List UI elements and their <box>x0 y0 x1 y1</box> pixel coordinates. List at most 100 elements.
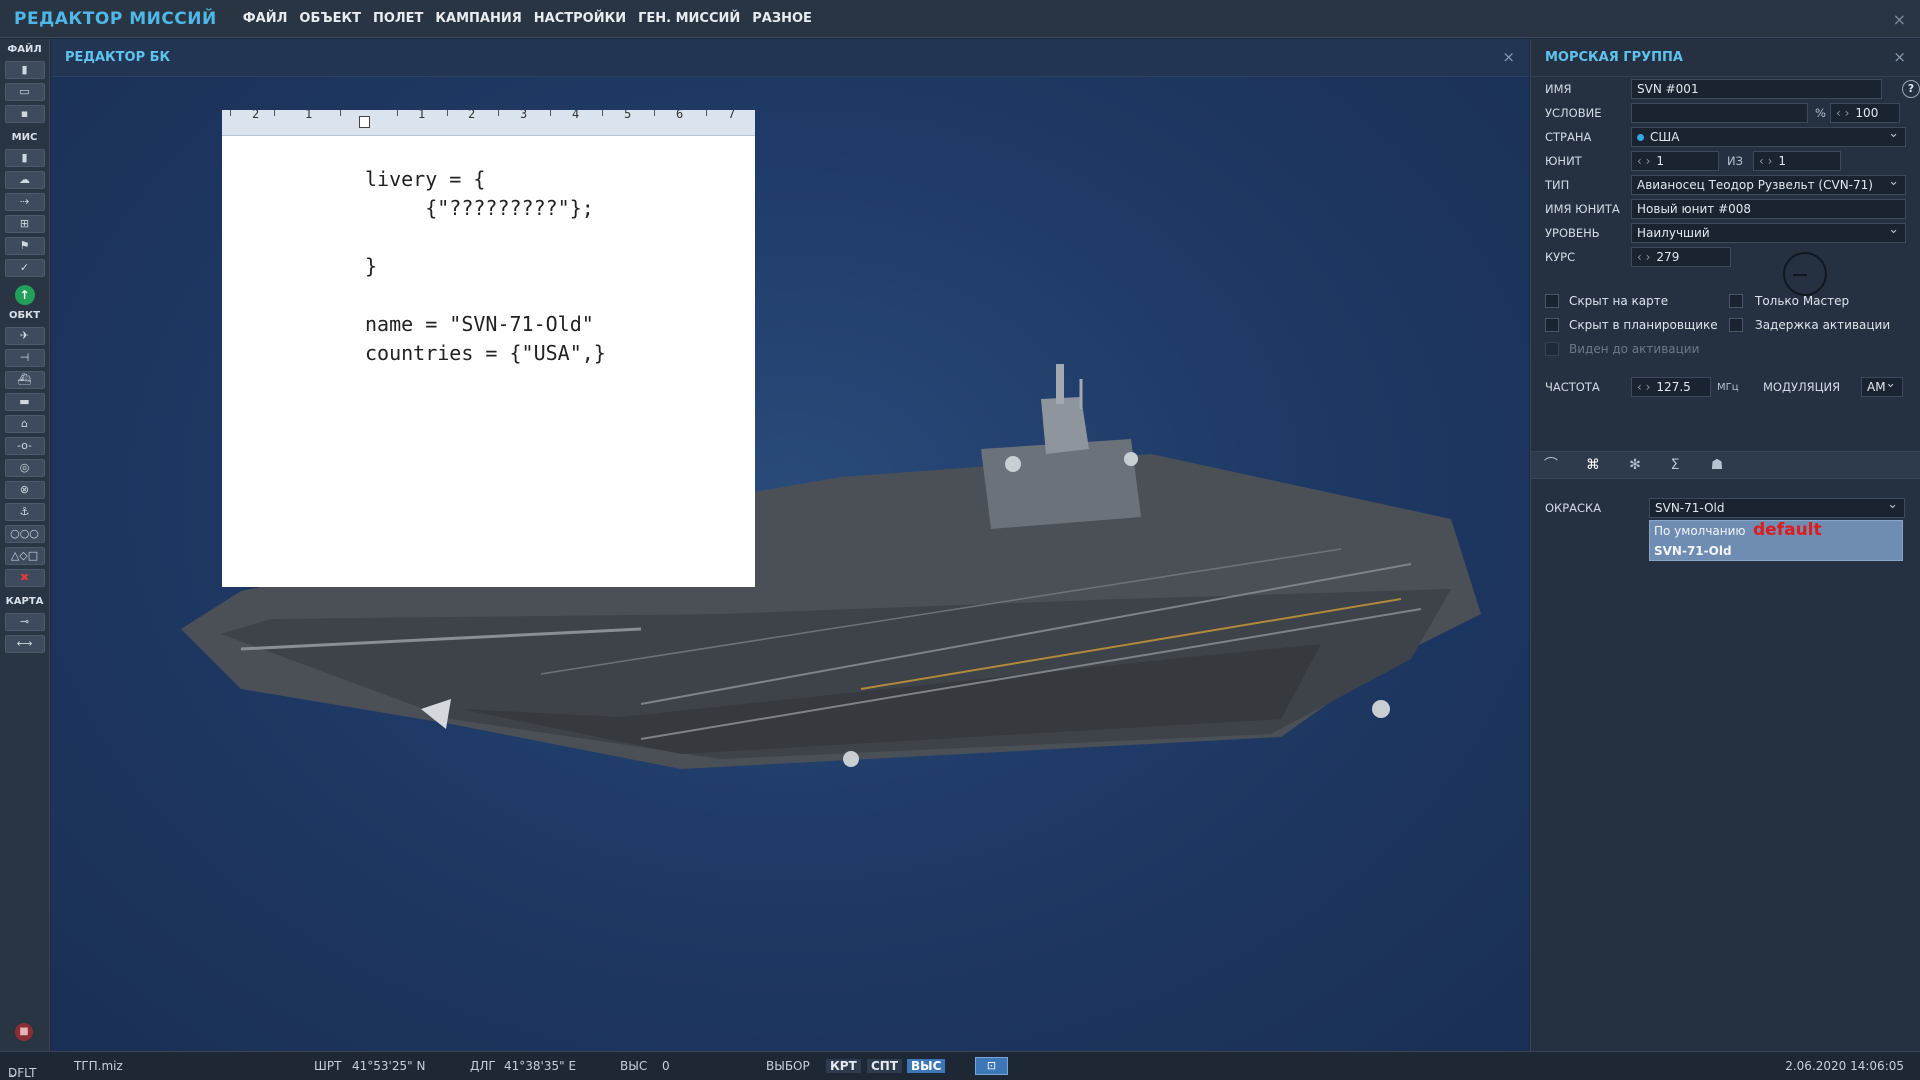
goals-icon[interactable]: ⚑ <box>4 237 45 255</box>
open-folder-icon[interactable]: ▭ <box>4 83 45 101</box>
visible-before-activation-label: Виден до активации <box>1569 342 1700 356</box>
ruler-label: 4 <box>572 110 580 121</box>
shapes-icon[interactable]: △◇□ <box>4 547 45 565</box>
stepper-arrows-icon[interactable]: ‹ › <box>1637 380 1650 394</box>
visible-before-activation-checkbox[interactable] <box>1545 342 1559 356</box>
satellite-button[interactable]: СПТ <box>867 1059 903 1073</box>
stepper-arrows-icon[interactable]: ‹ › <box>1637 250 1650 264</box>
master-only-checkbox[interactable] <box>1729 294 1743 308</box>
briefing-icon[interactable]: ▮ <box>4 149 45 167</box>
waypoint-actions-tab-icon[interactable]: ✻ <box>1621 455 1649 475</box>
skill-label: УРОВЕНЬ <box>1545 226 1600 240</box>
unit-type-select[interactable]: Авианосец Теодор Рузвельт (CVN-71) <box>1631 175 1906 195</box>
panel-close-icon[interactable]: × <box>1893 48 1906 66</box>
map-key-icon[interactable]: ⊸ <box>4 613 45 631</box>
panel-tabs: ⌒ ⌘ ✻ Σ ☗ <box>1531 451 1920 479</box>
modulation-select[interactable]: AM <box>1861 377 1903 397</box>
unit-name-row: ИМЯ ЮНИТА Новый юнит #008 <box>1545 199 1910 219</box>
condition-input[interactable] <box>1631 103 1808 123</box>
livery-row: ОКРАСКА SVN-71-Old <box>1545 498 1910 518</box>
condition-percent-stepper[interactable]: ‹ › 100 <box>1830 103 1900 123</box>
filter-icon[interactable]: ⊡ <box>975 1057 1008 1075</box>
helicopter-icon[interactable]: ⊣ <box>4 349 45 367</box>
country-select[interactable]: США <box>1631 127 1906 147</box>
route-tab-icon[interactable]: ⌒ <box>1537 455 1565 475</box>
menu-settings[interactable]: НАСТРОЙКИ <box>534 11 626 26</box>
target-icon[interactable]: ◎ <box>4 459 45 477</box>
anchor-icon[interactable]: ⚓ <box>4 503 45 521</box>
panel-header: МОРСКАЯ ГРУППА × <box>1531 39 1920 77</box>
check-icon[interactable]: ✓ <box>4 259 45 277</box>
code-text[interactable]: livery = { {"?????????"}; } name = "SVN-… <box>365 165 606 368</box>
hidden-on-map-label: Скрыт на карте <box>1569 294 1669 308</box>
unit-name-input[interactable]: Новый юнит #008 <box>1631 199 1906 219</box>
activation-delay-checkbox[interactable] <box>1729 318 1743 332</box>
left-toolbar: ФАЙЛ ▮ ▭ ▪ МИС ▮ ☁ ⇢ ⊞ ⚑ ✓ ↑ ОБКТ ✈ ⊣ ⛴ … <box>0 39 50 1051</box>
group-name-input[interactable]: SVN #001 <box>1631 79 1882 99</box>
stepper-arrows-icon[interactable]: ‹ › <box>1637 154 1650 168</box>
menu-misc[interactable]: РАЗНОЕ <box>752 11 812 26</box>
country-row: СТРАНА США <box>1545 127 1910 147</box>
ruler-icon[interactable]: ⟷ <box>4 635 45 653</box>
airplane-icon[interactable]: ✈ <box>4 327 45 345</box>
static-object-icon[interactable]: ⌂ <box>4 415 45 433</box>
ruler: 2 1 1 2 3 4 5 6 7 <box>222 110 755 136</box>
ground-unit-icon[interactable]: ▬ <box>4 393 45 411</box>
livery-select[interactable]: SVN-71-Old <box>1649 498 1905 518</box>
unit-label: ЮНИТ <box>1545 154 1582 168</box>
altitude-label: ВЫС <box>620 1059 648 1073</box>
payload-tab-icon[interactable]: ☗ <box>1703 455 1731 475</box>
unit-index-value: 1 <box>1656 154 1665 168</box>
stop-icon[interactable]: ■ <box>15 1023 33 1041</box>
heading-stepper[interactable]: ‹ › 279 <box>1631 247 1731 267</box>
livery-option-svn71[interactable]: SVN-71-Old <box>1650 541 1902 561</box>
skill-select[interactable]: Наилучший <box>1631 223 1906 243</box>
heading-compass-icon[interactable] <box>1783 252 1827 296</box>
frequency-value: 127.5 <box>1656 380 1691 394</box>
ruler-label: 1 <box>418 110 426 121</box>
map-button[interactable]: КРТ <box>826 1059 861 1073</box>
summary-tab-icon[interactable]: Σ <box>1661 455 1689 475</box>
stepper-arrows-icon[interactable]: ‹ › <box>1759 154 1772 168</box>
menu-campaign[interactable]: КАМПАНИЯ <box>435 11 521 26</box>
app-close-icon[interactable]: × <box>1893 10 1906 29</box>
altitude-value: 0 <box>662 1059 670 1073</box>
stepper-arrows-icon[interactable]: ‹ › <box>1836 106 1849 120</box>
waypoint-icon[interactable]: -o- <box>4 437 45 455</box>
weather-icon[interactable]: ☁ <box>4 171 45 189</box>
3d-viewport[interactable]: РЕДАКТОР БК × 2 1 1 2 3 4 5 6 7 livery =… <box>51 39 1529 1051</box>
menu-object[interactable]: ОБЪЕКТ <box>299 11 361 26</box>
go-fly-icon[interactable]: ↑ <box>14 285 35 305</box>
help-icon[interactable]: ? <box>1902 80 1920 98</box>
country-flag-icon <box>1637 134 1644 141</box>
panel-title: МОРСКАЯ ГРУППА <box>1545 50 1683 65</box>
ship-icon[interactable]: ⛴ <box>4 371 45 389</box>
ruler-label: 6 <box>676 110 684 121</box>
frequency-stepper[interactable]: ‹ › 127.5 <box>1631 377 1711 397</box>
save-icon[interactable]: ▪ <box>4 105 45 123</box>
editor-close-icon[interactable]: × <box>1502 48 1515 66</box>
menu-flight[interactable]: ПОЛЕТ <box>373 11 423 26</box>
toolbar-section-mission: МИС <box>11 132 38 143</box>
altitude-button[interactable]: ВЫС <box>907 1059 946 1073</box>
unit-index-stepper[interactable]: ‹ › 1 <box>1631 151 1719 171</box>
delete-icon[interactable]: ✖ <box>4 569 45 587</box>
group-icon[interactable]: ○○○ <box>4 525 45 543</box>
livery-script-document[interactable]: 2 1 1 2 3 4 5 6 7 livery = { {"?????????… <box>222 110 755 587</box>
triggered-actions-tab-icon[interactable]: ⌘ <box>1579 455 1607 475</box>
menu-mission-generator[interactable]: ГЕН. МИССИЙ <box>638 11 740 26</box>
name-label: ИМЯ <box>1545 82 1572 96</box>
menu-file[interactable]: ФАЙЛ <box>243 11 288 26</box>
zone-icon[interactable]: ⊞ <box>4 215 45 233</box>
main-menu: ФАЙЛ ОБЪЕКТ ПОЛЕТ КАМПАНИЯ НАСТРОЙКИ ГЕН… <box>243 11 812 26</box>
status-bar: DFLT ⌄ ТГП.miz ШРТ 41°53'25" N ДЛГ 41°38… <box>0 1051 1920 1080</box>
country-value: США <box>1650 130 1680 144</box>
condition-label: УСЛОВИЕ <box>1545 106 1602 120</box>
triggers-icon[interactable]: ⇢ <box>4 193 45 211</box>
unit-total-stepper[interactable]: ‹ › 1 <box>1753 151 1841 171</box>
indent-marker[interactable] <box>359 116 370 128</box>
circle-zone-icon[interactable]: ⊗ <box>4 481 45 499</box>
hidden-in-planner-checkbox[interactable] <box>1545 318 1559 332</box>
new-file-icon[interactable]: ▮ <box>4 61 45 79</box>
hidden-on-map-checkbox[interactable] <box>1545 294 1559 308</box>
